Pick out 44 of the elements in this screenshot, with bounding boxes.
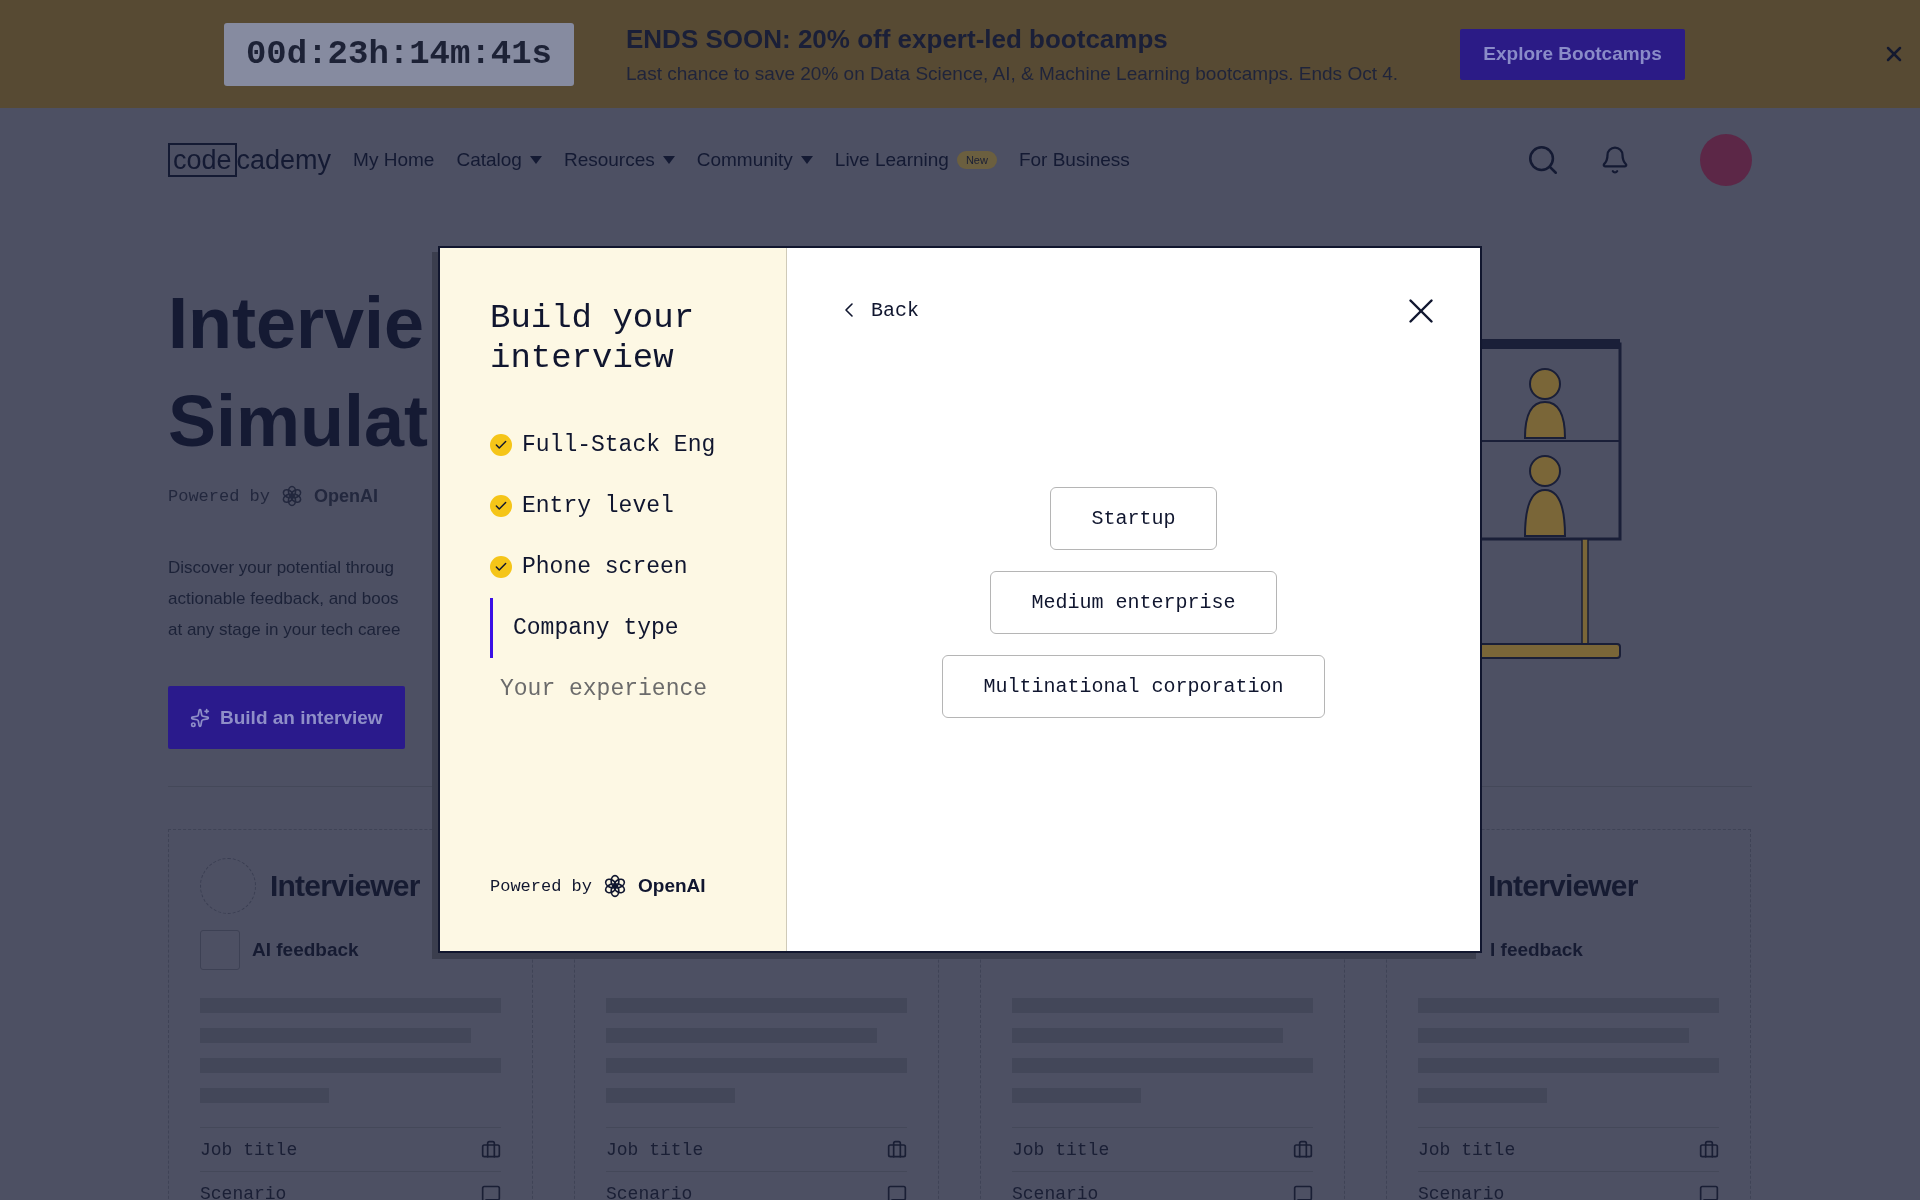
caret-icon: [662, 156, 675, 164]
avatar[interactable]: [1700, 134, 1752, 186]
option-button[interactable]: Medium enterprise: [990, 571, 1277, 634]
step-label: Entry level: [522, 492, 674, 519]
back-button[interactable]: Back: [837, 298, 919, 322]
caret-icon: [800, 156, 813, 164]
page-title: Simulat: [168, 380, 429, 463]
nav-link[interactable]: Community: [696, 149, 813, 171]
chat-icon: [887, 1183, 907, 1200]
build-interview-button[interactable]: Build an interview: [168, 686, 405, 749]
banner-title: ENDS SOON: 20% off expert-led bootcamps: [626, 23, 1169, 55]
bell-icon[interactable]: [1600, 145, 1630, 175]
new-badge: New: [956, 151, 997, 169]
nav-link[interactable]: Live Learning New: [834, 149, 997, 171]
dialog-title: Build your interview: [490, 298, 696, 378]
logo[interactable]: code cademy: [168, 143, 332, 177]
chat-icon: [481, 1183, 501, 1200]
briefcase-icon: [1699, 1139, 1719, 1160]
sparkle-icon: [190, 707, 210, 728]
caret-icon: [529, 156, 542, 164]
banner-text: Last chance to save 20% on Data Science, AI, & Machine Learning bootcamps. Ends Oct 4.: [626, 62, 1399, 85]
step-label: Your experience: [500, 675, 708, 702]
powered-by-label: Powered by: [490, 876, 593, 896]
brand-name: OpenAI: [638, 875, 706, 897]
option-button[interactable]: Multinational corporation: [942, 655, 1325, 718]
briefcase-icon: [481, 1139, 501, 1160]
search-icon[interactable]: [1526, 143, 1560, 177]
countdown-timer: 00d:23h:14m:41s: [224, 22, 574, 86]
briefcase-icon: [887, 1139, 907, 1160]
nav-link[interactable]: My Home: [353, 149, 435, 171]
option-button[interactable]: Startup: [1050, 487, 1217, 550]
card-title: Interviewer: [1488, 869, 1638, 903]
chat-icon: [1699, 1183, 1719, 1200]
nav-link[interactable]: Catalog: [456, 149, 542, 171]
chat-icon: [1293, 1183, 1313, 1200]
card-title: Interviewer: [270, 869, 420, 903]
page-title: Intervie: [168, 282, 425, 365]
step-label: Phone screen: [522, 553, 688, 580]
explore-button[interactable]: Explore Bootcamps: [1460, 28, 1686, 80]
step-label: Company type: [513, 614, 679, 641]
step-label: Full-Stack Eng: [522, 431, 716, 458]
nav-link[interactable]: For Business: [1018, 149, 1130, 171]
nav-link[interactable]: Resources: [563, 149, 675, 171]
briefcase-icon: [1293, 1139, 1313, 1160]
